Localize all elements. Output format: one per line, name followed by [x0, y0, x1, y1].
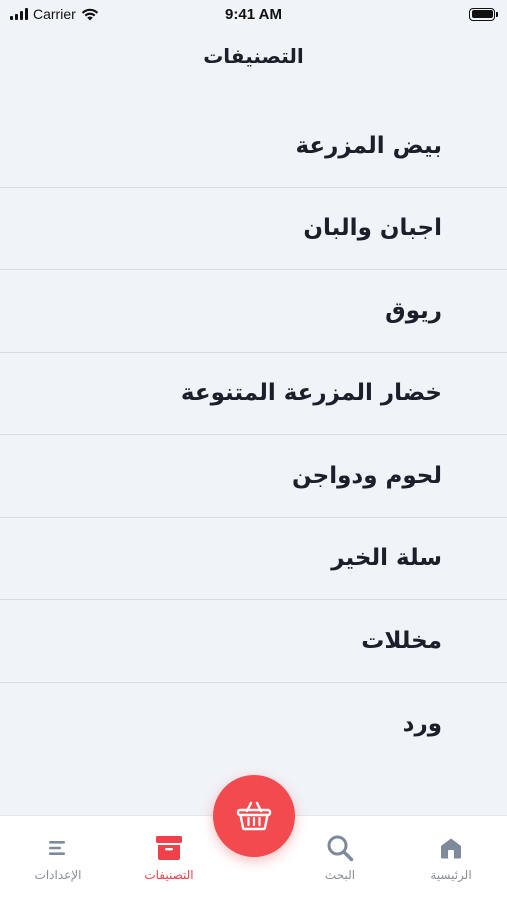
tab-home[interactable]: الرئيسية: [396, 816, 506, 900]
signal-icon: [10, 8, 28, 20]
page-title: التصنيفات: [203, 44, 304, 68]
category-item[interactable]: مخللات: [0, 600, 507, 683]
category-label: خضار المزرعة المتنوعة: [180, 380, 442, 407]
category-item[interactable]: سلة الخير: [0, 518, 507, 600]
category-label: مخللات: [361, 627, 442, 654]
tab-search[interactable]: البحث: [285, 816, 395, 900]
status-bar: Carrier 9:41 AM: [0, 0, 507, 28]
category-item[interactable]: بيض المزرعة: [0, 105, 507, 188]
cart-button[interactable]: [213, 775, 295, 857]
tab-categories[interactable]: التصنيفات: [114, 816, 224, 900]
category-label: ريوق: [385, 297, 442, 324]
category-label: اجبان والبان: [303, 215, 442, 242]
category-label: سلة الخير: [331, 545, 442, 572]
category-label: بيض المزرعة: [295, 132, 442, 159]
status-left: Carrier: [10, 6, 99, 22]
battery-icon: [469, 7, 498, 21]
tab-categories-label: التصنيفات: [144, 868, 194, 882]
category-list: بيض المزرعة اجبان والبان ريوق خضار المزر…: [0, 105, 507, 765]
search-icon: [326, 834, 354, 862]
basket-icon: [236, 801, 272, 831]
category-item[interactable]: لحوم ودواجن: [0, 435, 507, 518]
category-label: ورد: [402, 710, 442, 737]
menu-icon: [44, 834, 72, 862]
wifi-icon: [81, 8, 98, 20]
tab-settings[interactable]: الإعدادات: [3, 816, 113, 900]
carrier-label: Carrier: [33, 6, 76, 22]
category-label: لحوم ودواجن: [291, 462, 442, 489]
tab-search-label: البحث: [324, 868, 356, 882]
home-icon: [437, 834, 465, 862]
archive-box-icon: [155, 834, 183, 862]
tab-settings-label: الإعدادات: [34, 868, 82, 882]
category-item[interactable]: اجبان والبان: [0, 188, 507, 270]
tab-home-label: الرئيسية: [430, 868, 472, 882]
category-item[interactable]: خضار المزرعة المتنوعة: [0, 353, 507, 435]
category-item[interactable]: ورد: [0, 683, 507, 766]
category-item[interactable]: ريوق: [0, 270, 507, 353]
